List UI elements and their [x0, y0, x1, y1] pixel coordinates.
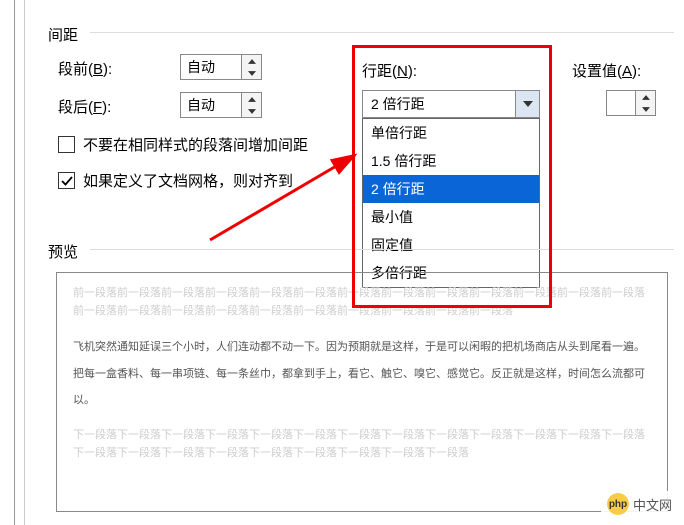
set-value-down[interactable]: [636, 103, 655, 115]
set-value-up[interactable]: [636, 91, 655, 103]
spacing-after-up[interactable]: [242, 93, 261, 105]
checkbox-align-grid-row: 如果定义了文档网格，则对齐到: [58, 170, 293, 191]
checkbox-no-space-same-style[interactable]: [58, 136, 75, 153]
spacing-before-row: 段前(B):: [58, 58, 128, 79]
chevron-down-icon[interactable]: [515, 91, 539, 117]
line-spacing-option-single[interactable]: 单倍行距: [363, 119, 539, 147]
spacing-after-input[interactable]: [181, 93, 241, 117]
spacing-after-label: 段后(F):: [58, 96, 128, 117]
preview-divider: [90, 249, 674, 250]
line-spacing-select[interactable]: 2 倍行距: [362, 90, 540, 118]
checkbox-no-space-same-style-label: 不要在相同样式的段落间增加间距: [83, 134, 308, 155]
watermark-text: 中文网: [633, 495, 672, 514]
spacing-after-spinner[interactable]: [180, 92, 262, 118]
set-value-label: 设置值(A):: [572, 60, 641, 81]
spacing-before-spinner[interactable]: [180, 54, 262, 80]
spacing-before-input[interactable]: [181, 55, 241, 79]
line-spacing-dropdown[interactable]: 单倍行距 1.5 倍行距 2 倍行距 最小值 固定值 多倍行距: [362, 118, 540, 288]
window-border-left-inner: [24, 0, 25, 525]
line-spacing-option-min[interactable]: 最小值: [363, 203, 539, 231]
preview-label: 预览: [48, 241, 84, 262]
window-border-left: [14, 0, 15, 525]
line-spacing-selected: 2 倍行距: [363, 94, 515, 114]
checkbox-no-space-same-style-row: 不要在相同样式的段落间增加间距: [58, 134, 308, 155]
line-spacing-option-1-5[interactable]: 1.5 倍行距: [363, 147, 539, 175]
spacing-after-row: 段后(F):: [58, 96, 128, 117]
line-spacing-option-exact[interactable]: 固定值: [363, 231, 539, 259]
line-spacing-option-double[interactable]: 2 倍行距: [363, 175, 539, 203]
set-value-spinner[interactable]: [606, 90, 656, 116]
checkbox-align-grid-label: 如果定义了文档网格，则对齐到: [83, 170, 293, 191]
spacing-before-down[interactable]: [242, 67, 261, 79]
preview-faint-before: 前一段落前一段落前一段落前一段落前一段落前一段落前一段落前一段落前一段落前一段落…: [73, 285, 651, 320]
set-value-input[interactable]: [607, 91, 635, 115]
annotation-arrow-icon: [200, 140, 370, 250]
spacing-before-label: 段前(B):: [58, 58, 128, 79]
line-spacing-label: 行距(N):: [362, 60, 417, 81]
watermark-logo-icon: php: [607, 493, 629, 515]
preview-faint-after: 下一段落下一段落下一段落下一段落下一段落下一段落下一段落下一段落下一段落下一段落…: [73, 427, 651, 462]
section-spacing-title: 间距: [48, 24, 84, 45]
preview-box: 前一段落前一段落前一段落前一段落前一段落前一段落前一段落前一段落前一段落前一段落…: [56, 272, 668, 512]
preview-body-text: 飞机突然通知延误三个小时，人们连动都不动一下。因为预期就是这样，于是可以闲暇的把…: [73, 334, 651, 413]
spacing-after-down[interactable]: [242, 105, 261, 117]
section-spacing-divider: [90, 32, 674, 33]
watermark: php 中文网: [601, 491, 678, 517]
checkbox-align-grid[interactable]: [58, 172, 75, 189]
spacing-before-up[interactable]: [242, 55, 261, 67]
